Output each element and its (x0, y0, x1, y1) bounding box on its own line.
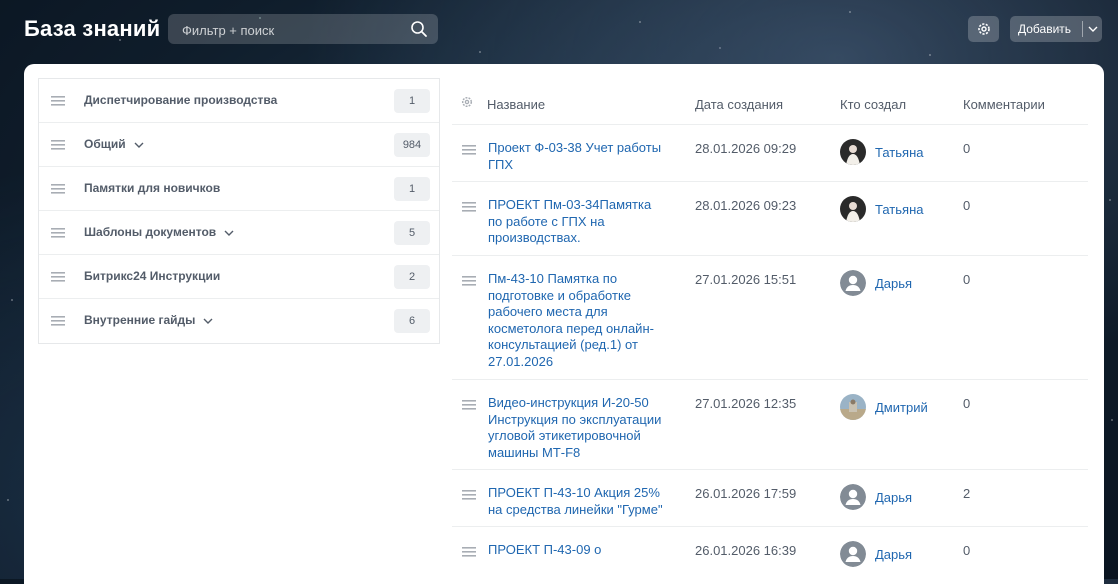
group-item[interactable]: Битрикс24 Инструкции 2 (39, 255, 439, 299)
created-date: 27.01.2026 15:51 (695, 272, 797, 287)
article-title-link[interactable]: Пм-43-10 Памятка по подготовке и обработ… (488, 271, 668, 370)
group-name[interactable]: Памятки для новичков (84, 181, 220, 195)
author[interactable]: Дмитрий (840, 394, 928, 420)
author[interactable]: Дарья (840, 541, 912, 567)
drag-handle-icon[interactable] (51, 228, 65, 238)
avatar[interactable] (840, 484, 866, 510)
avatar[interactable] (840, 270, 866, 296)
gear-icon (977, 23, 990, 35)
author-name[interactable]: Дарья (875, 276, 912, 291)
table-row[interactable]: ПРОЕКТ П-43-10 Акция 25% на средства лин… (452, 470, 1088, 527)
group-name[interactable]: Шаблоны документов (84, 225, 216, 239)
author[interactable]: Татьяна (840, 139, 923, 165)
author-name[interactable]: Татьяна (875, 145, 923, 160)
group-count-badge: 984 (394, 133, 430, 157)
search-box[interactable] (168, 14, 438, 46)
group-item[interactable]: Шаблоны документов 5 (39, 211, 439, 255)
group-name-wrap[interactable]: Шаблоны документов (84, 225, 234, 239)
group-name[interactable]: Внутренние гайды (84, 313, 195, 327)
column-header-author[interactable]: Кто создал (840, 97, 906, 112)
add-dropdown-toggle[interactable] (1083, 26, 1102, 32)
author-name[interactable]: Дмитрий (875, 400, 928, 415)
article-title-link[interactable]: ПРОЕКТ П-43-10 Акция 25% на средства лин… (488, 485, 668, 518)
author-name[interactable]: Дарья (875, 490, 912, 505)
group-name-wrap[interactable]: Внутренние гайды (84, 313, 213, 327)
column-header-name[interactable]: Название (487, 97, 545, 112)
group-name-wrap[interactable]: Общий (84, 137, 144, 151)
drag-handle-icon[interactable] (51, 316, 65, 326)
created-date: 26.01.2026 17:59 (695, 486, 797, 501)
comments-count: 0 (963, 396, 971, 411)
group-count-badge: 6 (394, 309, 430, 333)
gear-icon[interactable] (461, 96, 473, 108)
article-title-link[interactable]: Проект Ф-03-38 Учет работы ГПХ (488, 140, 668, 173)
group-count-badge: 1 (394, 177, 430, 201)
main-card: Диспетчирование производства 1 Общий 984… (24, 64, 1104, 584)
table-row[interactable]: ПРОЕКТ Пм-03-34Памятка по работе с ГПХ н… (452, 182, 1088, 256)
group-name[interactable]: Битрикс24 Инструкции (84, 269, 220, 283)
author[interactable]: Татьяна (840, 196, 923, 222)
group-count-badge: 2 (394, 265, 430, 289)
table-row[interactable]: ПРОЕКТ П-43-09 о 26.01.2026 16:39 Дарья … (452, 527, 1088, 584)
drag-handle-icon[interactable] (51, 96, 65, 106)
add-button-label: Добавить (1018, 22, 1072, 36)
groups-list: Диспетчирование производства 1 Общий 984… (38, 78, 440, 344)
created-date: 27.01.2026 12:35 (695, 396, 797, 411)
search-icon[interactable] (410, 20, 428, 38)
group-name[interactable]: Общий (84, 137, 126, 151)
table-row[interactable]: Проект Ф-03-38 Учет работы ГПХ 28.01.202… (452, 125, 1088, 182)
drag-handle-icon[interactable] (51, 184, 65, 194)
group-item[interactable]: Памятки для новичков 1 (39, 167, 439, 211)
page-title: База знаний (24, 16, 161, 41)
group-count-badge: 5 (394, 221, 430, 245)
drag-handle-icon[interactable] (462, 276, 476, 286)
author-name[interactable]: Дарья (875, 547, 912, 562)
group-item[interactable]: Общий 984 (39, 123, 439, 167)
article-title-link[interactable]: ПРОЕКТ Пм-03-34Памятка по работе с ГПХ н… (488, 197, 668, 247)
chevron-down-icon[interactable] (134, 142, 144, 148)
table-row[interactable]: Пм-43-10 Памятка по подготовке и обработ… (452, 256, 1088, 380)
articles-table: Название Дата создания Кто создал Коммен… (452, 78, 1088, 584)
column-header-created[interactable]: Дата создания (695, 97, 783, 112)
search-input[interactable] (168, 14, 414, 46)
group-item[interactable]: Диспетчирование производства 1 (39, 79, 439, 123)
add-button[interactable]: Добавить (1010, 16, 1102, 42)
comments-count: 0 (963, 141, 971, 156)
drag-handle-icon[interactable] (462, 145, 476, 155)
column-header-comments[interactable]: Комментарии (963, 97, 1045, 112)
group-count-badge: 1 (394, 89, 430, 113)
drag-handle-icon[interactable] (462, 490, 476, 500)
drag-handle-icon[interactable] (462, 547, 476, 557)
created-date: 28.01.2026 09:29 (695, 141, 797, 156)
avatar[interactable] (840, 196, 866, 222)
created-date: 28.01.2026 09:23 (695, 198, 797, 213)
avatar[interactable] (840, 394, 866, 420)
avatar[interactable] (840, 139, 866, 165)
settings-button[interactable] (968, 16, 999, 42)
table-row[interactable]: Видео-инструкция И-20-50 Инструкция по э… (452, 380, 1088, 470)
drag-handle-icon[interactable] (51, 272, 65, 282)
article-title-link[interactable]: Видео-инструкция И-20-50 Инструкция по э… (488, 395, 668, 461)
comments-count: 0 (963, 543, 971, 558)
drag-handle-icon[interactable] (462, 202, 476, 212)
chevron-down-icon[interactable] (203, 318, 213, 324)
chevron-down-icon (1088, 26, 1097, 32)
group-name[interactable]: Диспетчирование производства (84, 93, 277, 107)
comments-count: 0 (963, 198, 971, 213)
comments-count: 0 (963, 272, 971, 287)
avatar[interactable] (840, 541, 866, 567)
drag-handle-icon[interactable] (51, 140, 65, 150)
chevron-down-icon[interactable] (224, 230, 234, 236)
author-name[interactable]: Татьяна (875, 202, 923, 217)
article-title-link[interactable]: ПРОЕКТ П-43-09 о (488, 542, 668, 559)
table-header: Название Дата создания Кто создал Коммен… (452, 78, 1088, 125)
author[interactable]: Дарья (840, 484, 912, 510)
group-item[interactable]: Внутренние гайды 6 (39, 299, 439, 343)
created-date: 26.01.2026 16:39 (695, 543, 797, 558)
author[interactable]: Дарья (840, 270, 912, 296)
drag-handle-icon[interactable] (462, 400, 476, 410)
comments-count: 2 (963, 486, 971, 501)
header-bar: База знаний Добавить (0, 0, 1118, 62)
